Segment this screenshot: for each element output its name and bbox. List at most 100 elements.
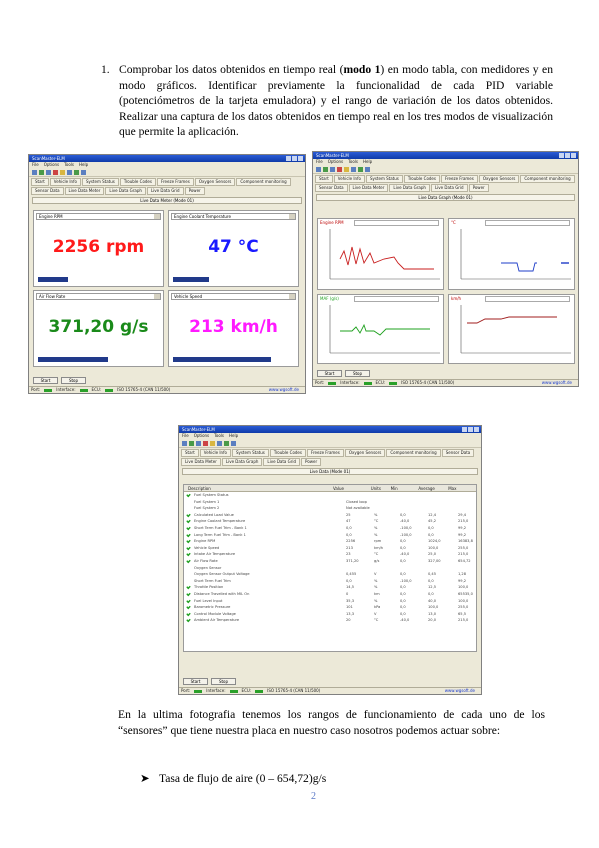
tab-component-monitoring[interactable]: Component monitoring: [236, 178, 291, 186]
tab-live-data-graph[interactable]: Live Data Graph: [221, 458, 263, 466]
print-icon[interactable]: [351, 166, 356, 172]
menu-tools[interactable]: Tools: [214, 433, 224, 439]
tab-vehicle-info[interactable]: Vehicle Info: [333, 175, 365, 183]
minimize-icon[interactable]: [462, 427, 467, 432]
table-row[interactable]: Control Module Voltage 13,3 V 0,0 13,0 65,5: [184, 611, 476, 618]
connect-icon[interactable]: [316, 166, 321, 172]
tab-system-status[interactable]: System Status: [81, 178, 119, 186]
table-row[interactable]: Distance Travelled with MIL On 0 km 0,0 0,0 6…: [184, 591, 476, 598]
table-row[interactable]: Fuel System Status: [184, 492, 476, 499]
graph-select[interactable]: [485, 220, 570, 226]
table-row[interactable]: Short Term Fuel Trim - Bank 1 0,0% -100,0 0…: [184, 525, 476, 532]
tab-oxygen-sensors[interactable]: Oxygen Sensors: [344, 449, 386, 457]
tab-live-data-graph[interactable]: Live Data Graph: [389, 184, 430, 192]
tab-sensor-data[interactable]: Sensor Data: [441, 449, 475, 457]
tab-start[interactable]: Start: [315, 175, 333, 183]
tab-vehicle-info[interactable]: Vehicle Info: [49, 178, 81, 186]
table-row[interactable]: Oxygen Sensor Output Voltage 0,455 V 0,0 0,4…: [184, 571, 476, 578]
menu-options[interactable]: Options: [194, 433, 209, 439]
meter-select[interactable]: Air Flow Rate: [36, 293, 161, 300]
minimize-icon[interactable]: [559, 153, 564, 158]
maximize-icon[interactable]: [292, 156, 297, 161]
tab-power[interactable]: Power: [301, 458, 322, 466]
maximize-icon[interactable]: [468, 427, 473, 432]
close-icon[interactable]: [298, 156, 303, 161]
table-row[interactable]: Oxygen Sensor: [184, 565, 476, 572]
stop-button[interactable]: Stop: [61, 377, 86, 384]
status-brand[interactable]: www.wgsoft.de: [445, 688, 475, 694]
tab-trouble-codes[interactable]: Trouble Codes: [119, 178, 156, 186]
table-icon[interactable]: [330, 166, 335, 172]
table-icon[interactable]: [46, 169, 51, 175]
print-icon[interactable]: [217, 440, 222, 446]
menu-options[interactable]: Options: [44, 162, 59, 168]
tab-live-data-meter[interactable]: Live Data Meter: [348, 184, 389, 192]
tab-system-status[interactable]: System Status: [365, 175, 403, 183]
tab-system-status[interactable]: System Status: [231, 449, 269, 457]
table-row[interactable]: Short Term Fuel Trim 0,0% -100,0 0,0 99,2: [184, 578, 476, 585]
graph-select[interactable]: [485, 296, 570, 302]
tab-power[interactable]: Power: [184, 187, 205, 195]
tab-live-data-grid[interactable]: Live Data Grid: [263, 458, 301, 466]
table-row[interactable]: Fuel Level Input 35,3% 0,0 40,0 100,0: [184, 598, 476, 605]
tab-component-monitoring[interactable]: Component monitoring: [386, 449, 441, 457]
tab-start[interactable]: Start: [181, 449, 199, 457]
column-header-units[interactable]: Units: [371, 485, 391, 491]
settings-icon[interactable]: [358, 166, 363, 172]
tab-trouble-codes[interactable]: Trouble Codes: [403, 175, 440, 183]
meter-select[interactable]: Vehicle Speed: [171, 293, 296, 300]
tab-freeze-frames[interactable]: Freeze Frames: [156, 178, 194, 186]
menu-help[interactable]: Help: [79, 162, 88, 168]
tab-oxygen-sensors[interactable]: Oxygen Sensors: [478, 175, 520, 183]
close-icon[interactable]: [571, 153, 576, 158]
table-row[interactable]: Ambient Air Temperature 20 °C -40,0 20,0 215,…: [184, 617, 476, 624]
menu-help[interactable]: Help: [363, 159, 372, 165]
column-header-min[interactable]: Min: [391, 485, 419, 491]
table-row[interactable]: Fuel System 2 Not available: [184, 505, 476, 512]
settings-icon[interactable]: [74, 169, 79, 175]
tab-freeze-frames[interactable]: Freeze Frames: [306, 449, 344, 457]
stop-button[interactable]: Stop: [211, 678, 236, 685]
stop-icon[interactable]: [337, 166, 342, 172]
status-brand[interactable]: www.wgsoft.de: [542, 380, 572, 386]
tab-live-data-grid[interactable]: Live Data Grid: [430, 184, 468, 192]
table-row[interactable]: Engine RPM 2256 rpm 0,0 1024,0 16383,8: [184, 538, 476, 545]
menu-tools[interactable]: Tools: [64, 162, 74, 168]
menu-help[interactable]: Help: [229, 433, 238, 439]
help-icon[interactable]: [231, 440, 236, 446]
graph-select[interactable]: [354, 220, 439, 226]
tab-sensor-data[interactable]: Sensor Data: [315, 184, 348, 192]
menu-file[interactable]: File: [316, 159, 323, 165]
chart-icon[interactable]: [189, 440, 194, 446]
tab-component-monitoring[interactable]: Component monitoring: [520, 175, 575, 183]
table-row[interactable]: Barometric Pressure 101 kPa 0,0 100,0 255,0: [184, 604, 476, 611]
column-header-value[interactable]: Value: [333, 485, 371, 491]
folder-icon[interactable]: [344, 166, 349, 172]
stop-icon[interactable]: [53, 169, 58, 175]
connect-icon[interactable]: [32, 169, 37, 175]
tab-live-data-meter[interactable]: Live Data Meter: [181, 458, 221, 466]
connect-icon[interactable]: [182, 440, 187, 446]
table-row[interactable]: Fuel System 1 Closed loop: [184, 499, 476, 506]
menu-file[interactable]: File: [182, 433, 189, 439]
help-icon[interactable]: [81, 169, 86, 175]
graph-select[interactable]: [354, 296, 439, 302]
folder-icon[interactable]: [60, 169, 65, 175]
chart-icon[interactable]: [39, 169, 44, 175]
stop-button[interactable]: Stop: [345, 370, 370, 377]
tab-live-data-graph[interactable]: Live Data Graph: [105, 187, 146, 195]
menu-options[interactable]: Options: [328, 159, 343, 165]
minimize-icon[interactable]: [286, 156, 291, 161]
table-row[interactable]: Air Flow Rate 371,20 g/s 0,0 327,00 654,72: [184, 558, 476, 565]
table-row[interactable]: Calculated Load Value 25% 0,0 12,4 29,4: [184, 512, 476, 519]
tab-freeze-frames[interactable]: Freeze Frames: [440, 175, 478, 183]
meter-select[interactable]: Engine Coolant Temperature: [171, 213, 296, 220]
stop-icon[interactable]: [203, 440, 208, 446]
print-icon[interactable]: [67, 169, 72, 175]
tab-live-data-grid[interactable]: Live Data Grid: [146, 187, 184, 195]
status-brand[interactable]: www.wgsoft.de: [269, 387, 299, 393]
column-header-average[interactable]: Average: [418, 485, 448, 491]
start-button[interactable]: Start: [317, 370, 342, 377]
table-row[interactable]: Intake Air Temperature 23 °C -40,0 25,0 215,0: [184, 551, 476, 558]
tab-live-data-meter[interactable]: Live Data Meter: [64, 187, 105, 195]
